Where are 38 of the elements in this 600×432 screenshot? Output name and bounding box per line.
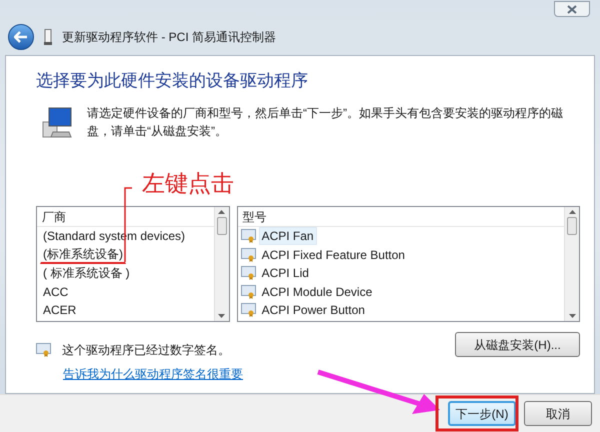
- have-disk-button[interactable]: 从磁盘安装(H)...: [455, 332, 580, 357]
- list-item[interactable]: ACPI Power Button: [258, 301, 368, 320]
- list-item[interactable]: ACPI Module Device: [258, 282, 376, 301]
- next-button[interactable]: 下一步(N): [448, 401, 516, 426]
- certificate-icon: [36, 343, 52, 357]
- device-icon: [44, 29, 52, 45]
- annotation-label: 左键点击: [142, 169, 234, 198]
- list-item[interactable]: ACPI Lid: [258, 264, 312, 282]
- column-header: 厂商: [37, 207, 214, 227]
- list-item[interactable]: ACER: [40, 301, 80, 320]
- signature-link[interactable]: 告诉我为什么驱动程序签名很重要: [63, 365, 243, 383]
- window-title: 更新驱动程序软件 - PCI 简易通讯控制器: [62, 29, 276, 46]
- certificate-icon: [240, 248, 257, 262]
- list-item[interactable]: ACPI Fan: [258, 227, 317, 246]
- back-button[interactable]: [8, 24, 34, 50]
- scroll-down-icon[interactable]: [218, 314, 226, 318]
- cancel-button[interactable]: 取消: [524, 401, 592, 426]
- list-item[interactable]: ACPI Fixed Feature Button: [258, 246, 408, 264]
- scroll-thumb[interactable]: [567, 217, 577, 235]
- close-icon: [567, 4, 577, 14]
- list-item[interactable]: ACC: [40, 282, 72, 301]
- certificate-icon: [240, 266, 257, 280]
- scrollbar[interactable]: [214, 207, 229, 321]
- certificate-icon: [240, 284, 257, 299]
- back-arrow-icon: [14, 31, 28, 43]
- certificate-icon: [240, 229, 257, 244]
- close-button[interactable]: [554, 1, 590, 17]
- instruction-text: 请选定硬件设备的厂商和型号，然后单击“下一步”。如果手头有包含要安装的驱动程序的磁盘，请单击“从磁盘安装”。: [87, 105, 564, 140]
- list-item[interactable]: (标准系统设备): [40, 245, 126, 264]
- page-heading: 选择要为此硬件安装的设备驱动程序: [36, 70, 309, 92]
- scroll-up-icon[interactable]: [218, 210, 226, 214]
- signature-note: 这个驱动程序已经过数字签名。: [62, 342, 230, 359]
- list-item[interactable]: ( 标准系统设备 ): [40, 264, 133, 282]
- certificate-icon: [240, 303, 257, 318]
- scroll-thumb[interactable]: [216, 217, 227, 235]
- scroll-up-icon[interactable]: [568, 210, 576, 214]
- scrollbar[interactable]: [564, 207, 579, 321]
- scroll-down-icon[interactable]: [568, 314, 576, 318]
